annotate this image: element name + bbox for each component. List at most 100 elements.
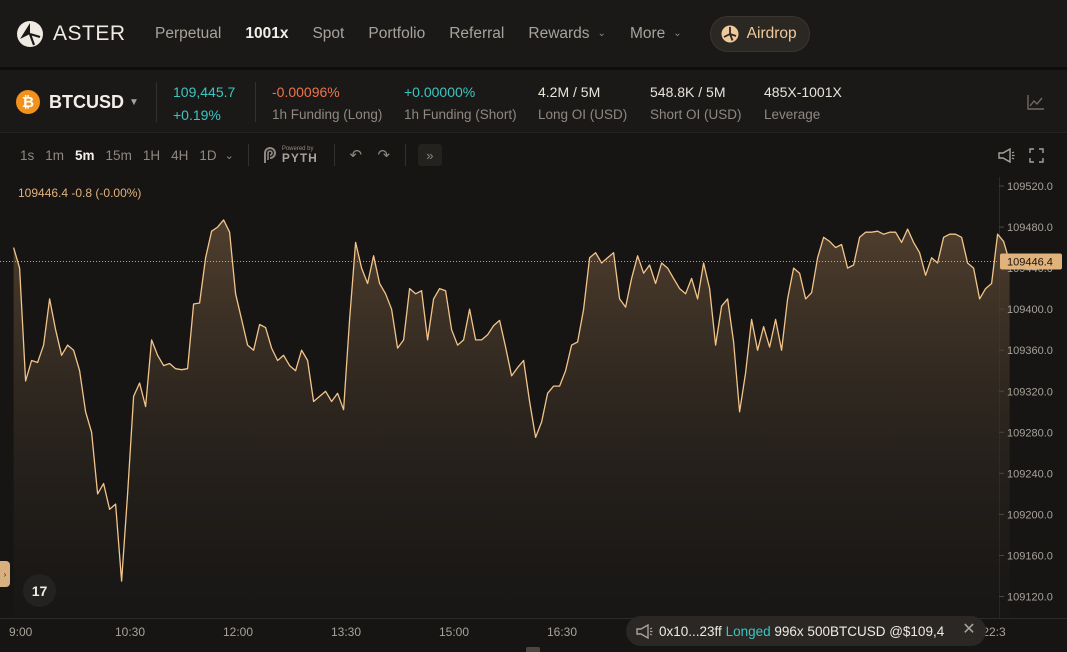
stat-label: Short OI (USD)	[650, 107, 742, 122]
airdrop-button[interactable]: Airdrop	[709, 15, 810, 52]
nav-item-perpetual[interactable]: Perpetual	[155, 25, 221, 43]
collapse-handle[interactable]: ›	[0, 561, 10, 587]
stat-value: -0.00096%	[272, 84, 340, 100]
pair-selector[interactable]: ₿ BTCUSD ▼	[16, 90, 139, 114]
stat-label: Leverage	[764, 107, 821, 122]
nav-item-spot[interactable]: Spot	[312, 25, 344, 43]
airdrop-icon	[721, 25, 739, 42]
x-tick-label: 13:30	[331, 625, 361, 639]
stat-value: 485X-1001X	[764, 84, 842, 100]
ticker-stat: -0.00096% 1h Funding (Long)	[272, 84, 382, 122]
chart-toggle-icon[interactable]	[1027, 94, 1045, 110]
megaphone-icon	[636, 623, 653, 639]
price-chart[interactable]: 109520.0109480.0109440.0109400.0109360.0…	[0, 133, 1067, 652]
pair-name: BTCUSD	[49, 91, 124, 112]
chart-area[interactable]: 109520.0109480.0109440.0109400.0109360.0…	[0, 133, 1067, 652]
chevron-down-icon[interactable]: ⌄	[225, 149, 234, 162]
bitcoin-icon: ₿	[16, 90, 40, 114]
pyth-wordmark: PYTH	[281, 151, 318, 165]
timeframe-4h[interactable]: 4H	[171, 148, 188, 163]
y-tick-label: 109160.0	[1007, 550, 1053, 562]
stat-value: 4.2M / 5M	[538, 84, 601, 100]
y-tick-label: 109520.0	[1007, 181, 1053, 193]
price-area-fill	[13, 219, 1010, 618]
stat-value: 548.8K / 5M	[650, 84, 726, 100]
y-tick-label: 109480.0	[1007, 222, 1053, 234]
y-tick-label: 109360.0	[1007, 345, 1053, 357]
timeframe-15m[interactable]: 15m	[106, 148, 132, 163]
main-nav: Perpetual 1001x Spot Portfolio Referral Rewar…	[155, 25, 706, 43]
x-tick-label: 16:30	[547, 625, 577, 639]
divider	[156, 82, 157, 122]
y-tick-label: 109120.0	[1007, 592, 1053, 604]
stat-label: Long OI (USD)	[538, 107, 628, 122]
timeframe-1s[interactable]: 1s	[20, 148, 34, 163]
redo-icon[interactable]: ↷	[375, 146, 393, 164]
airdrop-label: Airdrop	[746, 24, 797, 42]
nav-item-label: 1001x	[245, 24, 289, 42]
tradingview-logo-icon[interactable]: 17	[23, 574, 56, 607]
resize-handle[interactable]	[526, 647, 540, 652]
chevron-down-icon: ▼	[129, 96, 139, 108]
x-tick-label: 10:30	[115, 625, 145, 639]
chart-toolbar: 1s 1m 5m 15m 1H 4H 1D ⌄ Powered by PYTH ↶ ↷ »	[0, 133, 1067, 177]
timeframe-1d[interactable]: 1D	[199, 148, 216, 163]
divider	[255, 82, 256, 122]
timeframe-5m[interactable]: 5m	[75, 148, 95, 163]
ticker-bar: ₿ BTCUSD ▼ 109,445.7 +0.19% -0.00096% 1h …	[0, 67, 1067, 133]
y-tick-label: 109200.0	[1007, 509, 1053, 521]
nav-item-label: Spot	[312, 24, 345, 42]
trade-detail: 996x 500BTCUSD @$109,4	[774, 623, 945, 639]
y-tick-label: 109400.0	[1007, 304, 1053, 316]
divider	[247, 144, 249, 166]
close-icon[interactable]: ✕	[962, 622, 976, 638]
ohlc-legend: 109446.4 -0.8 (-0.00%)	[18, 186, 142, 200]
stat-value: +0.00000%	[404, 84, 476, 100]
trader-address: 0x10...23ff	[659, 623, 722, 639]
brand-name: ASTER	[53, 21, 126, 45]
stat-label: 1h Funding (Long)	[272, 107, 383, 122]
nav-item-portfolio[interactable]: Portfolio	[368, 25, 425, 43]
x-tick-label: 12:00	[223, 625, 253, 639]
top-navigation: ASTER Perpetual 1001x Spot Portfolio Referra…	[0, 0, 1067, 67]
last-price: 109,445.7 +0.19%	[173, 84, 235, 123]
pyth-logo: Powered by PYTH	[262, 146, 318, 164]
nav-item-label: Referral	[449, 24, 505, 42]
last-price-value: 109,445.7	[173, 84, 236, 100]
ticker-stat: 548.8K / 5M Short OI (USD)	[650, 84, 742, 122]
undo-icon[interactable]: ↶	[347, 146, 365, 164]
nav-item-referral[interactable]: Referral	[449, 25, 504, 43]
nav-item-more[interactable]: More ⌄	[630, 25, 682, 43]
stat-label: 1h Funding (Short)	[404, 107, 517, 122]
ticker-stat: +0.00000% 1h Funding (Short)	[404, 84, 517, 122]
nav-item-label: Rewards	[528, 24, 590, 42]
price-change: +0.19%	[173, 107, 221, 123]
pyth-icon	[263, 147, 276, 163]
y-tick-label: 109240.0	[1007, 468, 1053, 480]
nav-item-label: Portfolio	[368, 24, 426, 42]
fullscreen-icon[interactable]	[1027, 146, 1045, 164]
chevron-down-icon: ⌄	[597, 28, 606, 39]
ticker-stat: 485X-1001X Leverage	[764, 84, 842, 122]
nav-item-rewards[interactable]: Rewards ⌄	[528, 25, 606, 43]
current-price-label: 109446.4	[1007, 257, 1053, 269]
trade-notification[interactable]: 0x10...23ff Longed 996x 500BTCUSD @$109,…	[626, 616, 986, 646]
fast-forward-button[interactable]: »	[417, 144, 442, 166]
megaphone-icon[interactable]	[997, 146, 1015, 164]
y-tick-label: 109280.0	[1007, 427, 1053, 439]
timeframe-1m[interactable]: 1m	[45, 148, 64, 163]
nav-item-1001x[interactable]: 1001x	[245, 25, 288, 43]
timeframe-1h[interactable]: 1H	[143, 148, 160, 163]
divider	[333, 144, 335, 166]
notification-text: 0x10...23ff Longed 996x 500BTCUSD @$109,…	[659, 624, 951, 639]
nav-item-label: Perpetual	[155, 24, 222, 42]
nav-item-label: More	[629, 24, 666, 42]
trade-action: Longed	[725, 623, 771, 639]
brand-logo[interactable]: ASTER	[16, 20, 136, 48]
divider	[404, 144, 406, 166]
y-tick-label: 109320.0	[1007, 386, 1053, 398]
x-tick-label: 15:00	[439, 625, 469, 639]
aster-logo-icon	[17, 20, 43, 47]
ticker-stat: 4.2M / 5M Long OI (USD)	[538, 84, 627, 122]
x-tick-label: 9:00	[9, 625, 33, 639]
